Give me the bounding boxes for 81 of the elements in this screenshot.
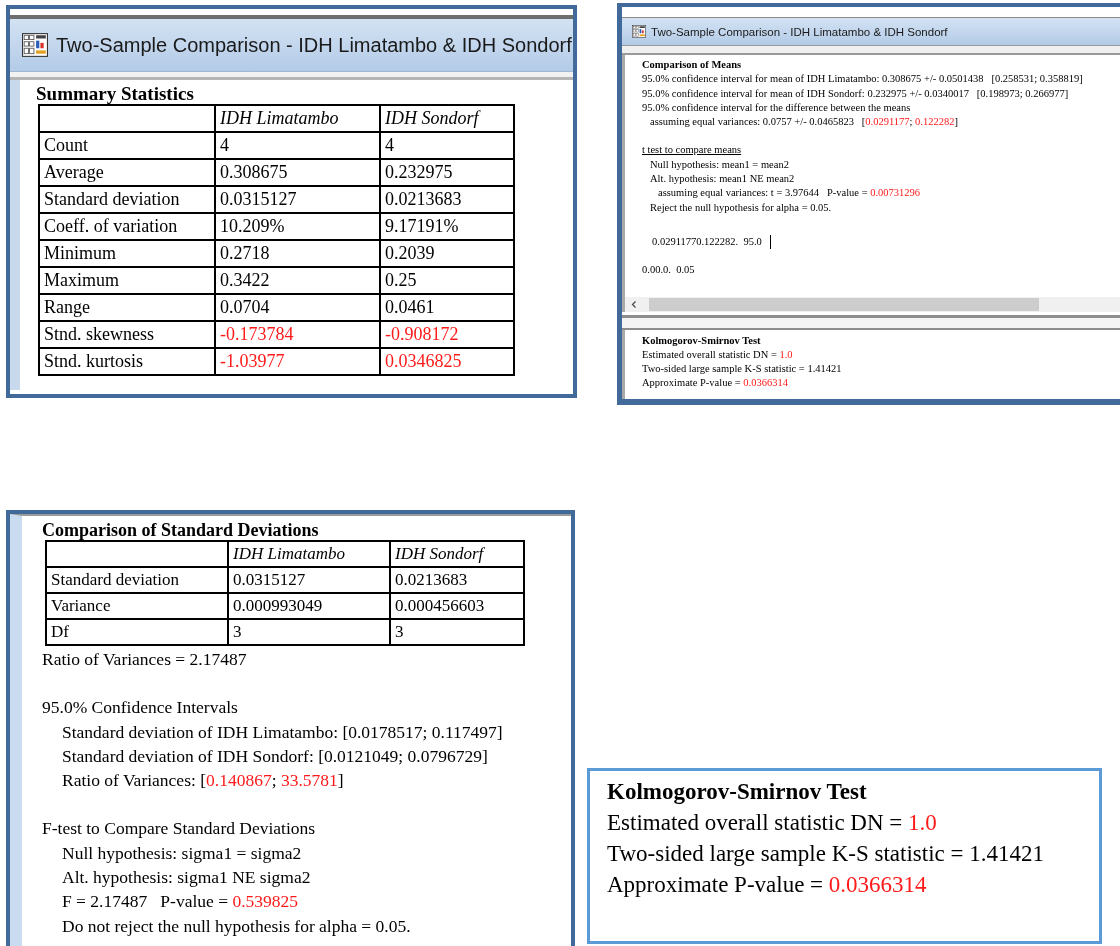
row-label: Coeff. of variation [39,213,215,240]
section-heading: Comparison of Means [642,58,743,72]
output-line: F-test to Compare Standard Deviations [42,817,317,841]
output-line: Null hypothesis: mean1 = mean2 [650,157,790,172]
table-cell: 0.0315127 [215,186,380,213]
output-line: Estimated overall statistic DN = 1.0 [607,809,938,837]
output-line: Null hypothesis: sigma1 = sigma2 [62,841,303,865]
table-cell: 0.0461 [380,294,514,321]
pane-splitter[interactable] [622,315,1120,330]
output-line: 95.0% Confidence Intervals [42,696,239,720]
section-heading: Kolmogorov-Smirnov Test [642,334,762,348]
output-line: assuming equal variances: 0.0757 +/- 0.0465823 [0.0291177; 0.122282] [650,115,959,130]
table-cell: 9.17191% [380,213,514,240]
column-header: IDH Sondorf [380,105,514,132]
output-line: Alt. hypothesis: sigma1 NE sigma2 [62,866,312,890]
row-label: Standard deviation [39,186,215,213]
section-link[interactable]: t test to compare means [642,143,1120,158]
output-line: 95.0% confidence interval for the difference between the means [642,100,912,115]
table-cell: -0.908172 [380,321,514,348]
window-title: Two-Sample Comparison - IDH Limatambo & IDH Sondorf [651,25,948,38]
section-heading: Summary Statistics [36,84,195,104]
column-header: IDH Limatambo [228,541,390,567]
row-label: Count [39,132,215,159]
table-cell: 0.25 [380,267,514,294]
output-line: assuming equal variances: t = 3.97644 P-value = 0.00731296 [658,186,922,201]
text-cursor-icon [769,235,771,250]
table-cell: 0.2039 [380,240,514,267]
horizontal-scrollbar[interactable] [622,297,1120,312]
grid-icon [22,33,48,57]
table-cell: 0.2718 [215,240,380,267]
table-cell: 0.232975 [380,159,514,186]
row-label: Standard deviation [46,567,228,593]
input-text[interactable]: 0.02911770.122282. 95.0 [652,234,762,250]
grid-icon [632,25,646,38]
row-label: Df [46,619,228,645]
table-cell: 0.0213683 [390,567,524,593]
column-header: IDH Sondorf [390,541,524,567]
window-title: Two-Sample Comparison - IDH Limatambo & IDH Sondorf [56,33,572,57]
output-line: Two-sided large sample K-S statistic = 1.41421 [607,840,1045,868]
row-label: Stnd. skewness [39,321,215,348]
table-cell: 4 [380,132,514,159]
output-line: Alt. hypothesis: mean1 NE mean2 [650,172,796,187]
table-cell: 0.0213683 [380,186,514,213]
output-line: Ratio of Variances: [0.140867; 33.5781] [62,769,345,793]
table-cell: 4 [215,132,380,159]
row-label: Minimum [39,240,215,267]
output-line: Standard deviation of IDH Sondorf: [0.0121049; 0.0796729] [62,744,489,768]
table-cell: 0.000456603 [390,593,524,619]
table-cell: 0.308675 [215,159,380,186]
output-line: Approximate P-value = 0.0366314 [642,376,789,390]
table-cell: 3 [390,619,524,645]
table-cell: 10.209% [215,213,380,240]
table-cell: 0.0315127 [228,567,390,593]
row-label: Variance [46,593,228,619]
output-line: Ratio of Variances = 2.17487 [42,648,248,671]
output-line: Reject the null hypothesis for alpha = 0.05. [650,200,833,215]
scroll-left-icon[interactable] [631,300,637,309]
row-label: Maximum [39,267,215,294]
output-line: F = 2.17487 P-value = 0.539825 [62,890,300,914]
scrollbar-thumb[interactable] [649,298,1039,311]
output-line: 0.00.0. 0.05 [642,263,696,278]
table-cell: -1.03977 [215,348,380,375]
output-line: Estimated overall statistic DN = 1.0 [642,348,794,362]
section-heading: Kolmogorov-Smirnov Test [607,778,868,806]
output-line: Approximate P-value = 0.0366314 [607,871,928,899]
table-cell: 0.0704 [215,294,380,321]
output-line: Standard deviation of IDH Limatambo: [0.0178517; 0.117497] [62,720,504,744]
table-cell: 3 [228,619,390,645]
table-cell: 0.000993049 [228,593,390,619]
output-line: Do not reject the null hypothesis for alpha = 0.05. [62,914,412,938]
section-heading: Comparison of Standard Deviations [42,520,320,540]
output-line: Two-sided large sample K-S statistic = 1.41421 [642,362,843,376]
table-cell: 0.3422 [215,267,380,294]
table-cell: 0.0346825 [380,348,514,375]
output-line: 95.0% confidence interval for mean of IDH Limatambo: 0.308675 +/- 0.0501438 [0.258531; 0.358819] [642,72,1084,87]
row-label: Stnd. kurtosis [39,348,215,375]
row-label: Average [39,159,215,186]
table-cell: -0.173784 [215,321,380,348]
row-label: Range [39,294,215,321]
column-header: IDH Limatambo [215,105,380,132]
output-line: 95.0% confidence interval for mean of IDH Sondorf: 0.232975 +/- 0.0340017 [0.198973; 0.266977] [642,86,1070,101]
